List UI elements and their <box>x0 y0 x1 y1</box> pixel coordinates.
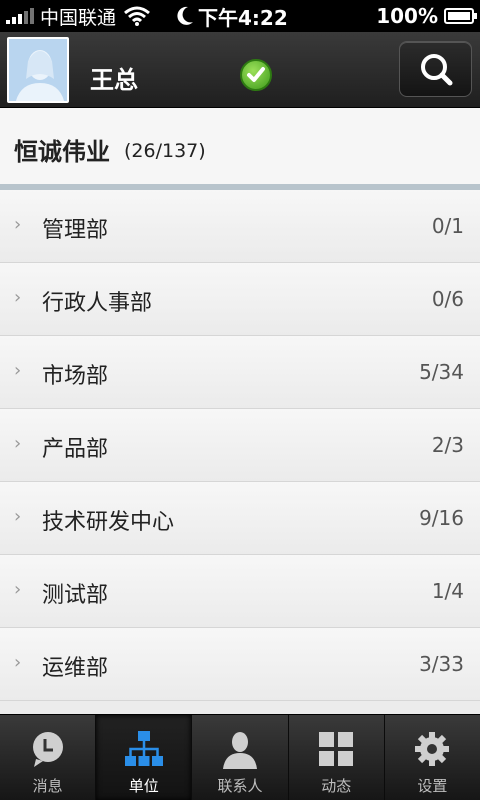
department-name: 市场部 <box>42 364 109 389</box>
search-button[interactable] <box>399 41 472 97</box>
clock: 下午4:22 <box>198 5 288 30</box>
org-chart-icon <box>124 731 163 766</box>
tab-label: 联系人 <box>217 777 263 795</box>
wifi-icon <box>124 6 150 26</box>
department-online-count: 0/6 <box>431 287 464 311</box>
company-header[interactable]: 恒诚伟业 (26/137) <box>0 108 480 184</box>
tab-settings[interactable]: 设置 <box>385 715 480 800</box>
chevron-right-icon: › <box>14 579 22 600</box>
department-online-count: 5/34 <box>419 360 464 384</box>
chevron-right-icon: › <box>14 214 22 235</box>
contact-icon <box>223 732 257 769</box>
company-count: (26/137) <box>124 140 206 162</box>
department-online-count: 9/16 <box>419 506 464 530</box>
carrier-label: 中国联通 <box>40 6 117 29</box>
username: 王总 <box>90 66 138 94</box>
department-row[interactable]: › 行政人事部 0/6 <box>0 263 480 336</box>
online-status-icon <box>240 59 272 91</box>
chevron-right-icon: › <box>14 360 22 381</box>
department-row[interactable]: › 产品部 2/3 <box>0 409 480 482</box>
department-list: › 管理部 0/1 › 行政人事部 0/6 › 市场部 5/34 › 产品部 2… <box>0 190 480 701</box>
grid-icon <box>319 732 354 766</box>
department-row[interactable]: › 运维部 3/33 <box>0 628 480 701</box>
gear-icon <box>415 732 450 766</box>
department-name: 运维部 <box>42 656 109 681</box>
tab-organization[interactable]: 单位 <box>96 715 193 800</box>
company-name: 恒诚伟业 <box>14 138 110 166</box>
department-online-count: 3/33 <box>419 652 464 676</box>
department-name: 技术研发中心 <box>42 510 175 535</box>
department-online-count: 2/3 <box>431 433 464 457</box>
department-row[interactable]: › 技术研发中心 9/16 <box>0 482 480 555</box>
tab-feed[interactable]: 动态 <box>289 715 385 800</box>
department-row[interactable]: › 测试部 1/4 <box>0 555 480 628</box>
signal-icon <box>6 8 34 24</box>
search-icon <box>421 54 453 86</box>
department-name: 产品部 <box>42 437 109 462</box>
moon-icon <box>177 6 193 25</box>
battery-icon <box>444 8 477 24</box>
tab-contacts[interactable]: 联系人 <box>192 715 289 800</box>
chevron-right-icon: › <box>14 287 22 308</box>
department-name: 测试部 <box>42 583 109 608</box>
bottom-tab-bar: 消息 单位 联系人 动态 设置 <box>0 714 480 800</box>
chevron-right-icon: › <box>14 433 22 454</box>
chevron-right-icon: › <box>14 506 22 527</box>
department-row[interactable]: › 管理部 0/1 <box>0 190 480 263</box>
department-name: 管理部 <box>42 218 109 243</box>
tab-label: 消息 <box>32 777 63 795</box>
tab-label: 设置 <box>417 777 448 795</box>
department-online-count: 0/1 <box>431 214 464 238</box>
tab-label: 动态 <box>321 777 352 795</box>
department-name: 行政人事部 <box>42 291 153 316</box>
department-row[interactable]: › 市场部 5/34 <box>0 336 480 409</box>
tab-messages[interactable]: 消息 <box>0 715 97 800</box>
avatar[interactable] <box>7 37 69 103</box>
department-online-count: 1/4 <box>431 579 464 603</box>
app-header: 王总 <box>0 32 480 108</box>
tab-label: 单位 <box>128 777 159 795</box>
battery-percent: 100% <box>376 4 438 28</box>
chevron-right-icon: › <box>14 652 22 673</box>
status-bar: 中国联通 下午4:22 100% <box>0 0 480 32</box>
message-icon <box>32 732 63 767</box>
